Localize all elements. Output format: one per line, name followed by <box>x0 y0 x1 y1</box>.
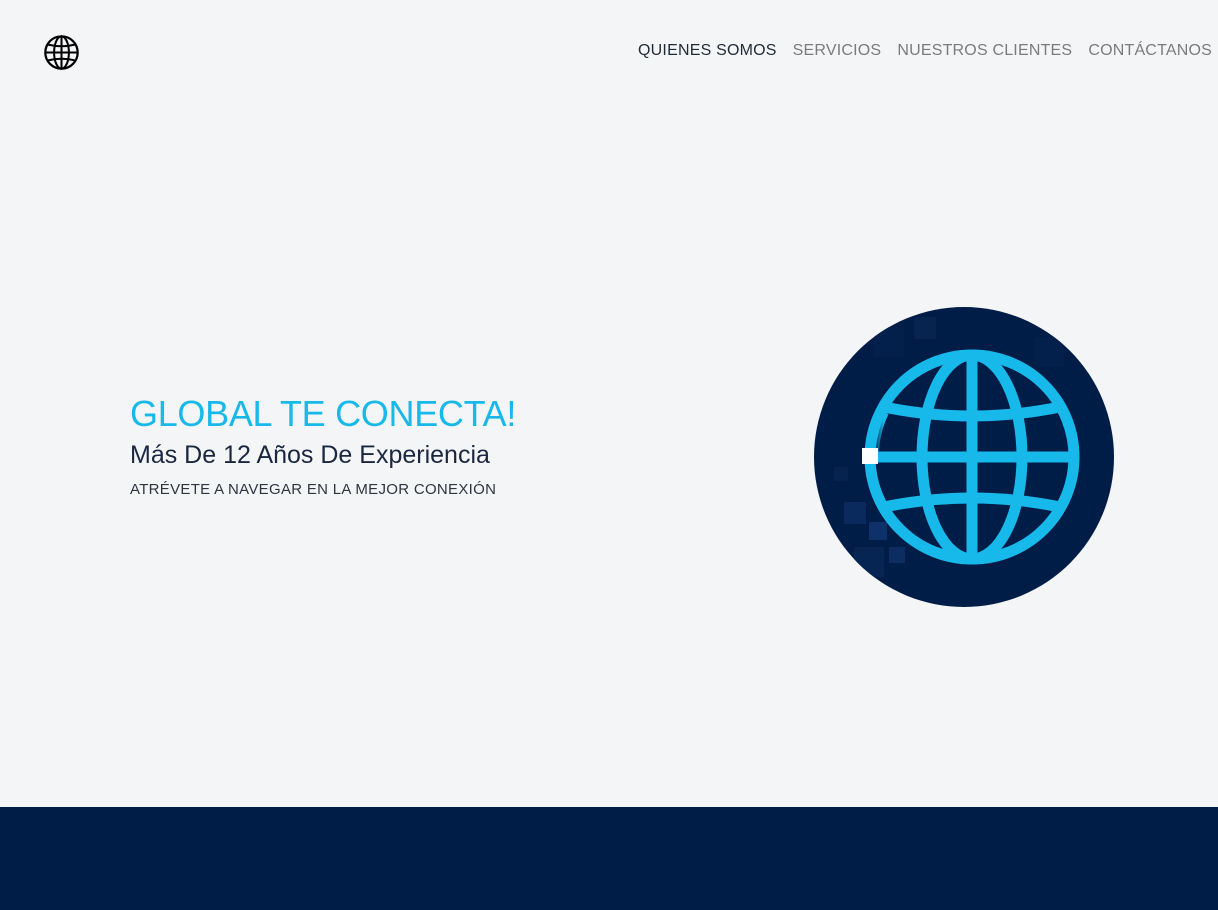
nav-contactanos[interactable]: CONTÁCTANOS <box>1088 42 1212 60</box>
footer-band <box>0 807 1218 910</box>
globe-icon <box>864 349 1080 565</box>
nav-servicios[interactable]: SERVICIOS <box>793 42 882 60</box>
hero-subtitle: Más De 12 Años De Experiencia <box>130 441 490 469</box>
main-nav: QUIENES SOMOS SERVICIOS NUESTROS CLIENTE… <box>638 42 1212 60</box>
hero-section: GLOBAL TE CONECTA! Más De 12 Años De Exp… <box>130 392 516 498</box>
nav-quienes-somos[interactable]: QUIENES SOMOS <box>638 42 777 60</box>
globe-icon[interactable] <box>43 34 80 71</box>
hero-globe-illustration <box>814 307 1114 607</box>
signal-square <box>862 448 878 464</box>
hero-tagline: ATRÉVETE A NAVEGAR EN LA MEJOR CONEXIÓN <box>130 481 497 498</box>
page: QUIENES SOMOS SERVICIOS NUESTROS CLIENTE… <box>0 0 1218 910</box>
nav-nuestros-clientes[interactable]: NUESTROS CLIENTES <box>897 42 1072 60</box>
hero-title: GLOBAL TE CONECTA! <box>130 393 517 434</box>
